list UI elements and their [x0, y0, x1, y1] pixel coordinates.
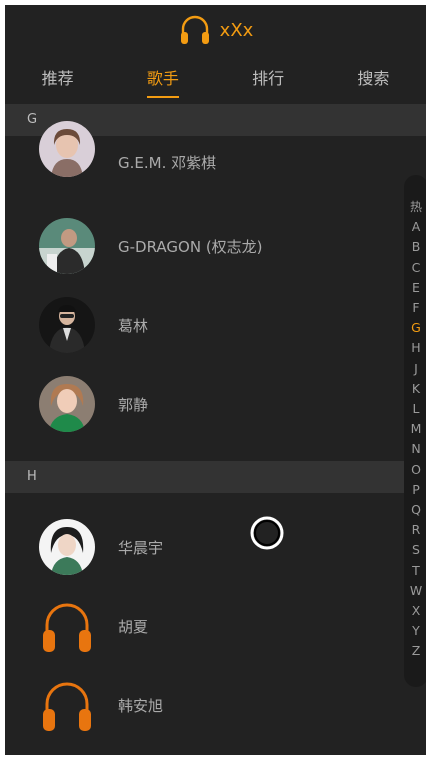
tab-singers[interactable]: 歌手	[110, 60, 215, 100]
index-item[interactable]: E	[404, 278, 426, 298]
index-item[interactable]: K	[404, 379, 426, 399]
singer-row[interactable]: G.E.M. 邓紫棋	[5, 121, 426, 192]
index-item[interactable]: S	[404, 540, 426, 560]
singer-row[interactable]: 胡夏	[5, 596, 426, 656]
index-item[interactable]: Z	[404, 641, 426, 661]
index-item[interactable]: A	[404, 217, 426, 237]
singer-name: 郭静	[118, 395, 149, 414]
singer-row[interactable]: 郭静	[5, 374, 426, 434]
tab-search[interactable]: 搜索	[321, 60, 426, 100]
index-item[interactable]: W	[404, 581, 426, 601]
index-item[interactable]: C	[404, 258, 426, 278]
singer-list[interactable]: G G.E.M. 邓紫棋 G-DRAGON (权志龙) 葛林 郭静 H 华晨宇 …	[5, 104, 426, 755]
singer-avatar	[39, 519, 95, 575]
app-frame: xXx 推荐 歌手 排行 搜索 G G.E.M. 邓紫棋 G-DRAGON (权…	[5, 5, 426, 755]
tab-rank[interactable]: 排行	[216, 60, 321, 100]
singer-row[interactable]: G-DRAGON (权志龙)	[5, 216, 426, 276]
tab-recommend[interactable]: 推荐	[5, 60, 110, 100]
singer-name: G.E.M. 邓紫棋	[118, 153, 217, 172]
index-item[interactable]: M	[404, 419, 426, 439]
headphones-icon	[180, 15, 209, 44]
app-header: xXx	[5, 5, 426, 55]
index-item[interactable]: P	[404, 480, 426, 500]
index-item[interactable]: Q	[404, 500, 426, 520]
singer-name: G-DRAGON (权志龙)	[118, 237, 263, 256]
index-item[interactable]: Y	[404, 621, 426, 641]
index-item[interactable]: F	[404, 298, 426, 318]
singer-avatar	[39, 121, 95, 177]
group-header-h: H	[5, 461, 426, 493]
singer-avatar	[39, 297, 95, 353]
alphabet-index-bar[interactable]: 热 A B C E F G H J K L M N O P Q R S T W …	[404, 175, 426, 687]
singer-name: 韩安旭	[118, 696, 164, 715]
index-item-active[interactable]: G	[404, 318, 426, 338]
index-item[interactable]: O	[404, 460, 426, 480]
headphones-icon	[43, 682, 91, 731]
index-item[interactable]: X	[404, 601, 426, 621]
index-item[interactable]: T	[404, 561, 426, 581]
headphones-icon	[43, 603, 91, 652]
touch-cursor-icon	[250, 516, 284, 550]
singer-row[interactable]: 华晨宇	[5, 517, 426, 577]
index-item[interactable]: B	[404, 237, 426, 257]
index-item[interactable]: J	[404, 359, 426, 379]
index-item[interactable]: R	[404, 520, 426, 540]
index-item[interactable]: H	[404, 338, 426, 358]
singer-row[interactable]: 葛林	[5, 295, 426, 355]
tab-bar: 推荐 歌手 排行 搜索	[5, 60, 426, 100]
singer-avatar	[39, 218, 95, 274]
app-title: xXx	[219, 19, 254, 41]
singer-name: 胡夏	[118, 617, 149, 636]
singer-row[interactable]: 韩安旭	[5, 675, 426, 735]
singer-name: 葛林	[118, 316, 149, 335]
index-item[interactable]: 热	[404, 197, 426, 217]
index-item[interactable]: L	[404, 399, 426, 419]
singer-avatar	[39, 376, 95, 432]
singer-name: 华晨宇	[118, 538, 164, 557]
index-item[interactable]: N	[404, 439, 426, 459]
